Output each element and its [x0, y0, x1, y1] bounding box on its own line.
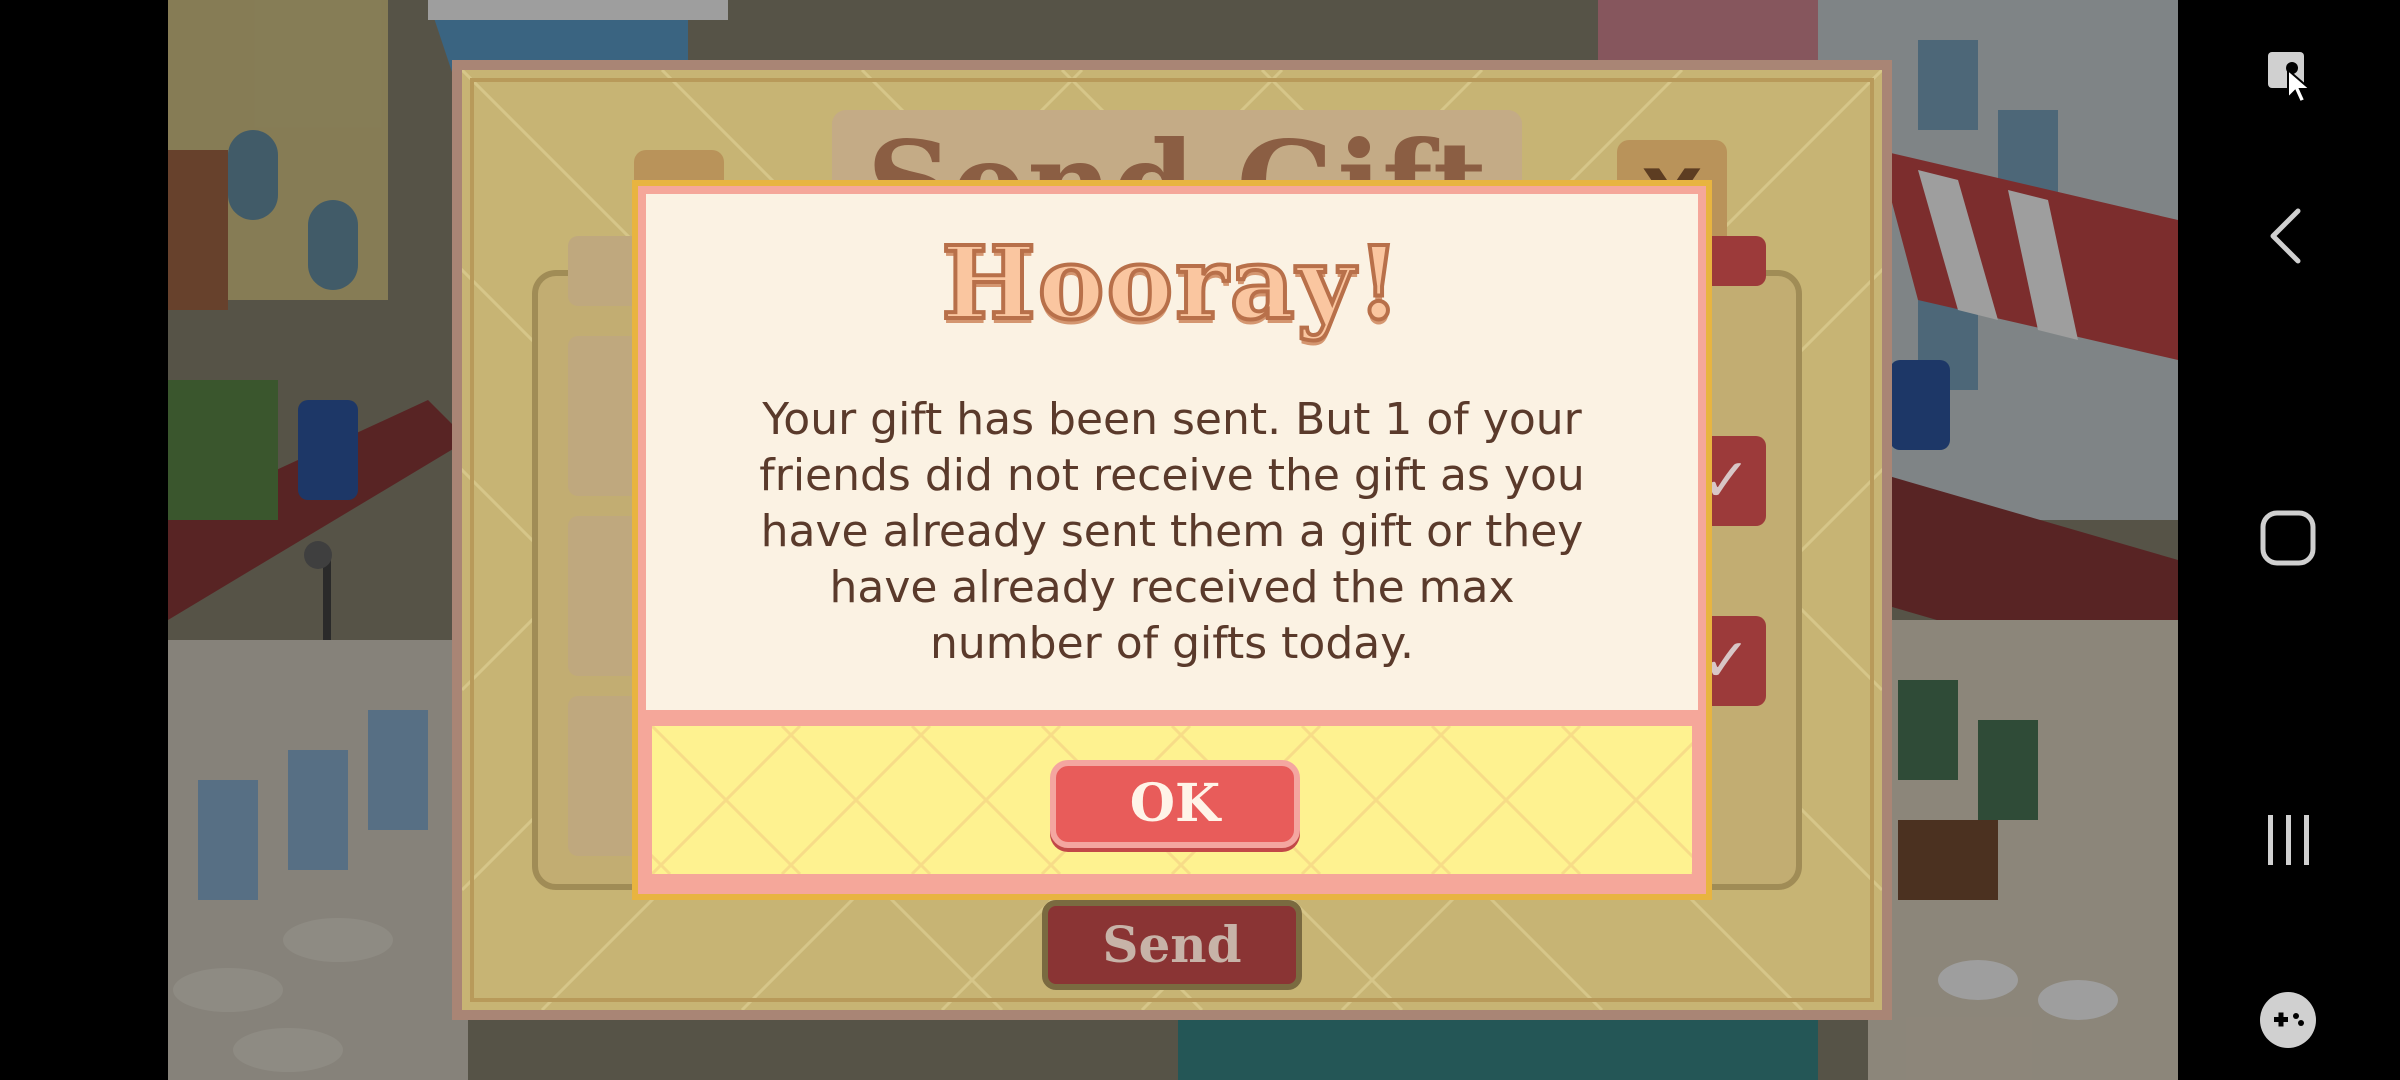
ok-button[interactable]: OK: [1050, 760, 1300, 848]
screen-capture-icon[interactable]: [2238, 20, 2338, 120]
hooray-dialog: Hooray! Your gift has been sent. But 1 o…: [632, 180, 1712, 900]
navigation-bar: [2178, 0, 2400, 1080]
home-icon[interactable]: [2238, 488, 2338, 588]
game-tools-icon[interactable]: [2238, 970, 2338, 1070]
dialog-body: Hooray! Your gift has been sent. But 1 o…: [646, 194, 1698, 710]
dialog-title: Hooray!: [939, 222, 1403, 344]
send-button[interactable]: Send: [1042, 900, 1302, 990]
back-icon[interactable]: [2238, 186, 2338, 286]
dialog-message: Your gift has been sent. But 1 of your f…: [759, 394, 1585, 669]
recents-icon[interactable]: [2238, 790, 2338, 890]
